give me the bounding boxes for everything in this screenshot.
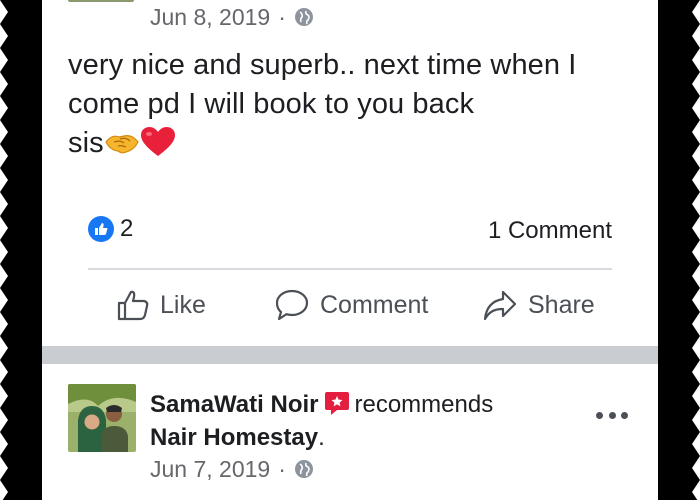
post2-verb: recommends: [354, 391, 494, 418]
comment-count[interactable]: 1 Comment: [488, 217, 612, 245]
post1-text-line: very nice and superb.. next time when I: [68, 49, 577, 81]
post2-date[interactable]: Jun 7, 2019: [150, 456, 270, 483]
more-dots-icon: [621, 411, 628, 419]
like-button[interactable]: Like: [116, 288, 206, 322]
red-heart-emoji-icon: [140, 127, 175, 156]
post2-header: SamaWati Noir recommends Nair Homestay.: [150, 388, 570, 454]
post1-text-line: come pd I will book to you back: [68, 88, 475, 120]
share-button[interactable]: Share: [482, 288, 595, 322]
post2-period: .: [318, 424, 325, 451]
meta-separator: ·: [278, 3, 286, 30]
globe-icon: [294, 8, 313, 26]
share-label: Share: [528, 290, 595, 319]
post1-meta: Jun 8, 2019 ·: [150, 3, 314, 31]
post1-text-line: sis: [68, 127, 104, 159]
handshake-emoji-icon: [105, 135, 139, 154]
more-dots-icon: [596, 411, 603, 419]
comment-bubble-icon: [275, 289, 309, 321]
thumbs-up-icon: [117, 290, 149, 321]
post1-date[interactable]: Jun 8, 2019: [150, 4, 270, 31]
frame-left-zigzag: [0, 0, 14, 500]
meta-separator: ·: [278, 455, 286, 482]
globe-icon: [294, 460, 313, 478]
comment-label: Comment: [320, 290, 429, 319]
more-dots-icon: [608, 411, 616, 419]
more-options-button[interactable]: [596, 405, 628, 425]
post1-avatar[interactable]: [68, 0, 134, 2]
post2-meta: Jun 7, 2019 ·: [150, 455, 314, 483]
post2-author-name[interactable]: SamaWati Noir: [150, 391, 318, 418]
post-actions-bar: Like Comment Share: [42, 288, 658, 332]
reaction-summary[interactable]: 2: [88, 215, 133, 243]
like-reaction-icon: [88, 216, 114, 242]
post1-text-line-last: sis: [68, 124, 638, 163]
divider: [88, 268, 612, 270]
recommend-icon: [325, 392, 350, 415]
comment-button[interactable]: Comment: [274, 288, 428, 322]
post2-avatar[interactable]: [68, 384, 136, 452]
post1-text: very nice and superb.. next time when I …: [68, 46, 638, 163]
share-arrow-icon: [483, 290, 517, 321]
post-feed-card: Jun 8, 2019 · very nice and superb.. nex…: [42, 0, 658, 500]
feed-separator: [42, 346, 658, 364]
frame-right-zigzag: [686, 0, 700, 500]
profile-photo-image: [68, 384, 136, 452]
reaction-count: 2: [120, 215, 134, 242]
post2-page-name[interactable]: Nair Homestay: [150, 424, 318, 451]
like-label: Like: [160, 290, 206, 319]
